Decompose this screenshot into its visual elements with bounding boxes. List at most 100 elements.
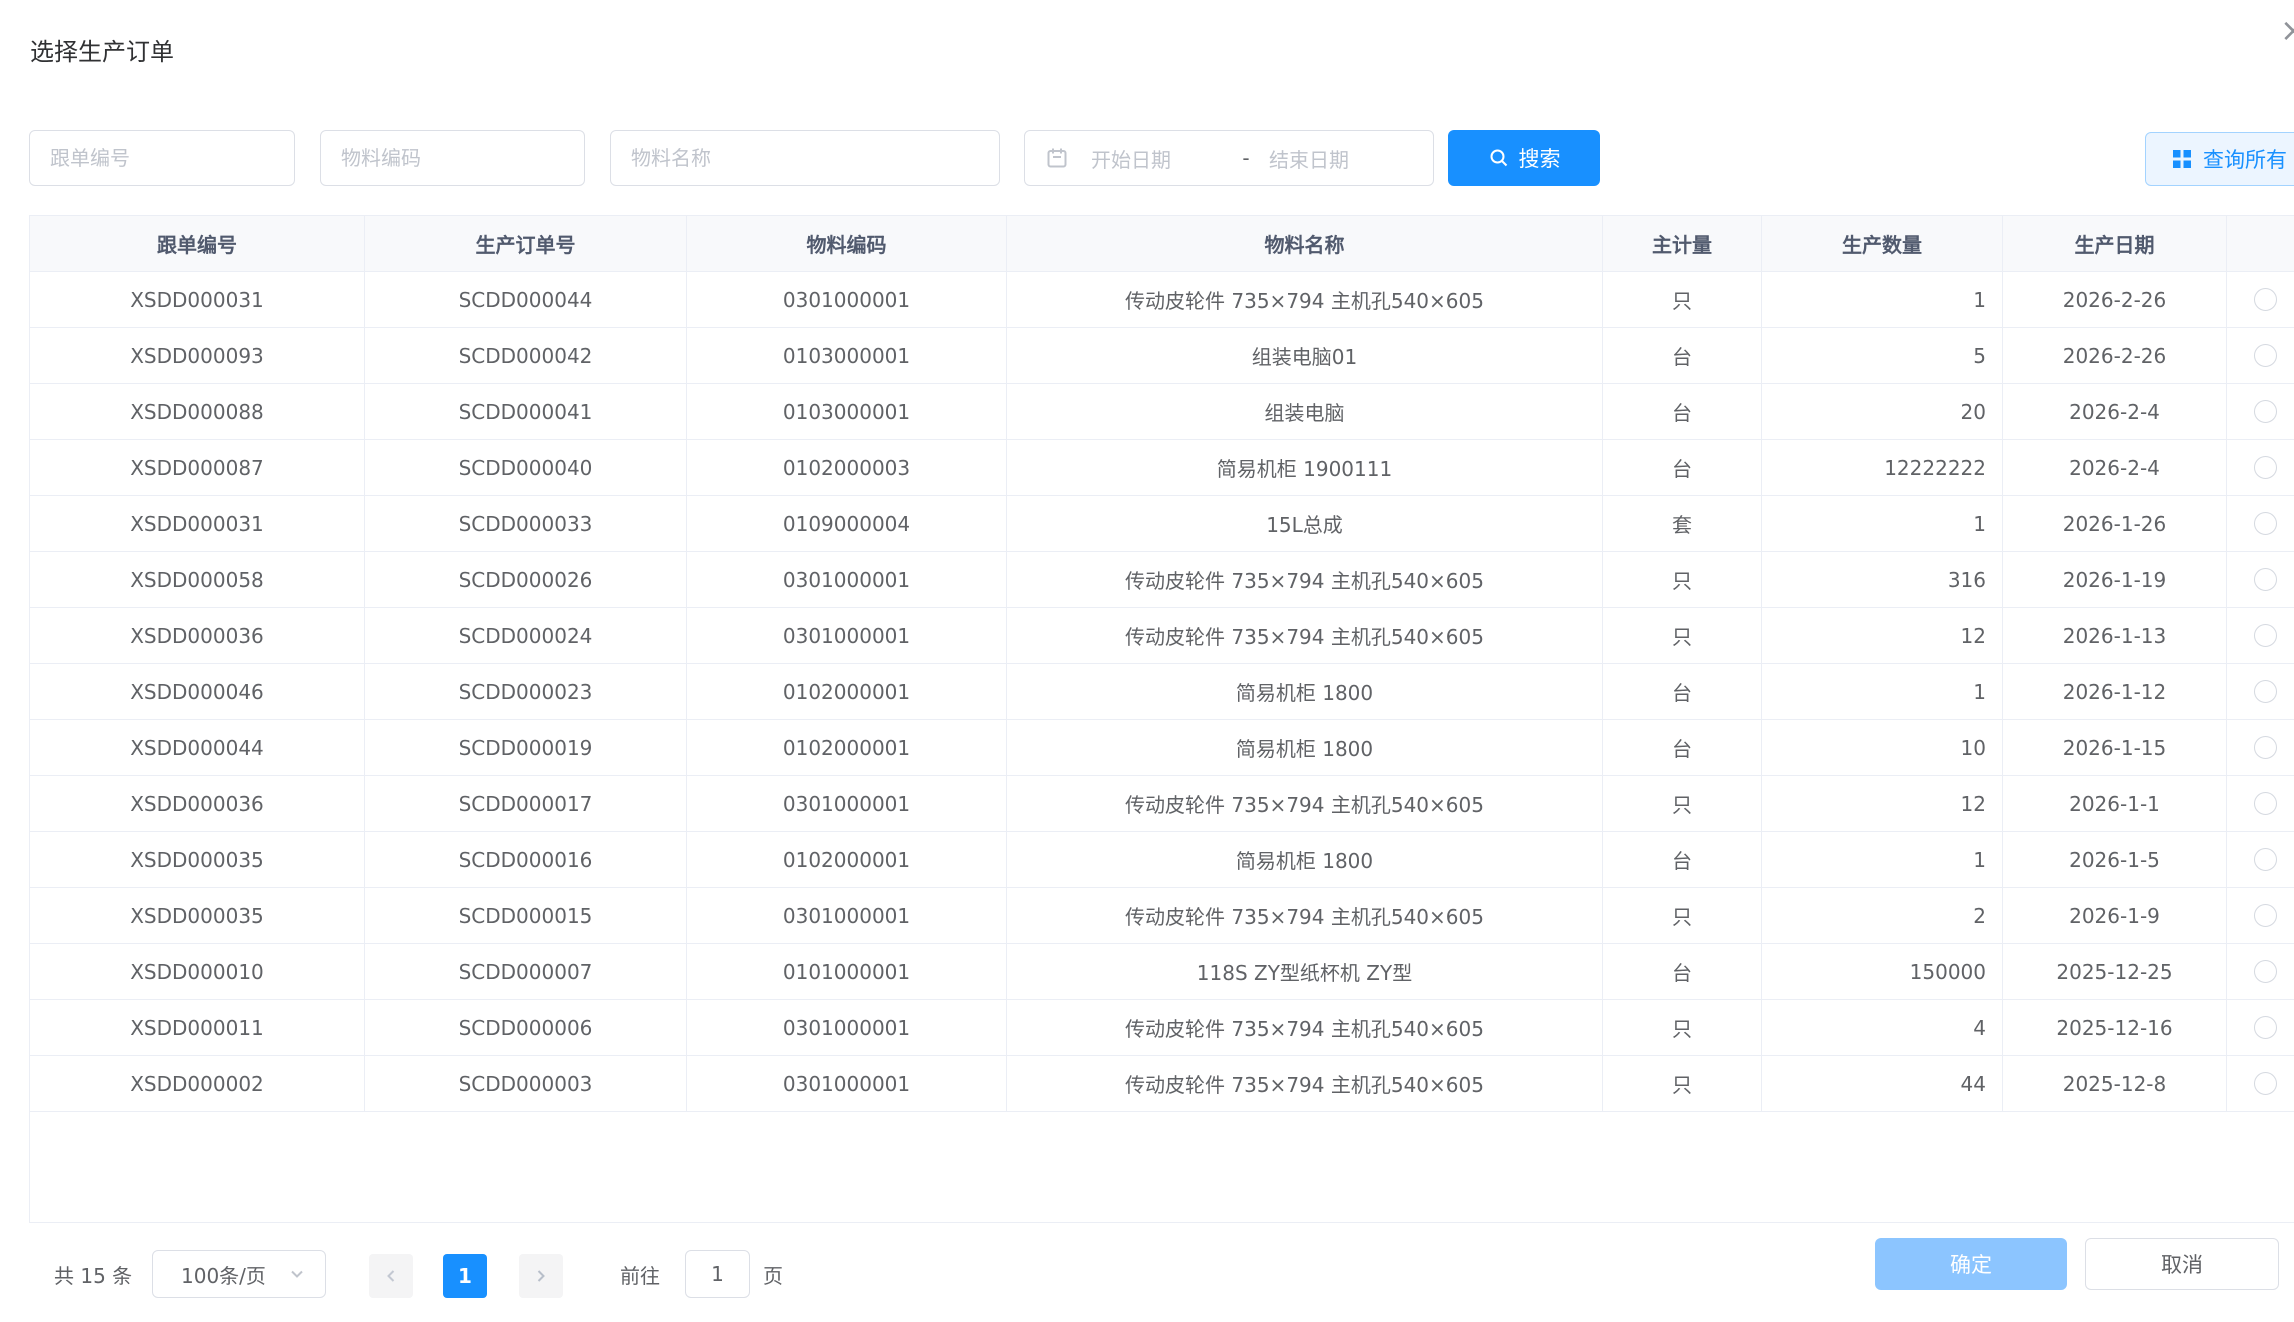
cell-material-code: 0102000001 (687, 832, 1007, 887)
cell-qty: 12222222 (1762, 440, 2003, 495)
cell-material-code: 0301000001 (687, 608, 1007, 663)
row-radio[interactable] (2254, 736, 2277, 759)
cell-unit: 只 (1603, 776, 1762, 831)
table-row[interactable]: XSDD000046 SCDD000023 0102000001 简易机柜 18… (30, 664, 2294, 720)
cell-qty: 1 (1762, 496, 2003, 551)
material-code-input[interactable] (320, 130, 585, 186)
cell-prod-no: SCDD000033 (365, 496, 687, 551)
column-header-select (2227, 216, 2294, 271)
material-name-input[interactable] (610, 130, 1000, 186)
cell-order-no: XSDD000002 (30, 1056, 365, 1111)
row-radio[interactable] (2254, 680, 2277, 703)
query-all-label: 查询所有 (2203, 144, 2287, 174)
calendar-icon (1045, 146, 1069, 170)
current-page-button[interactable]: 1 (443, 1254, 487, 1298)
cell-prod-no: SCDD000026 (365, 552, 687, 607)
cell-unit: 套 (1603, 496, 1762, 551)
cell-material-code: 0301000001 (687, 272, 1007, 327)
row-radio[interactable] (2254, 792, 2277, 815)
table-row[interactable]: XSDD000035 SCDD000016 0102000001 简易机柜 18… (30, 832, 2294, 888)
cell-qty: 1 (1762, 832, 2003, 887)
table-row[interactable]: XSDD000002 SCDD000003 0301000001 传动皮轮件 7… (30, 1056, 2294, 1112)
cell-unit: 只 (1603, 1056, 1762, 1111)
column-header-qty: 生产数量 (1762, 216, 2003, 271)
row-radio[interactable] (2254, 512, 2277, 535)
cell-prod-no: SCDD000017 (365, 776, 687, 831)
cell-date: 2026-1-15 (2003, 720, 2227, 775)
table-row[interactable]: XSDD000093 SCDD000042 0103000001 组装电脑01 … (30, 328, 2294, 384)
cell-date: 2026-1-19 (2003, 552, 2227, 607)
row-radio[interactable] (2254, 400, 2277, 423)
row-radio[interactable] (2254, 456, 2277, 479)
row-radio[interactable] (2254, 288, 2277, 311)
cell-prod-no: SCDD000019 (365, 720, 687, 775)
cell-unit: 只 (1603, 608, 1762, 663)
cell-prod-no: SCDD000023 (365, 664, 687, 719)
row-radio[interactable] (2254, 848, 2277, 871)
close-icon[interactable]: × (2280, 14, 2294, 46)
cell-prod-no: SCDD000007 (365, 944, 687, 999)
cell-material-name: 简易机柜 1800 (1007, 832, 1603, 887)
cell-date: 2026-1-26 (2003, 496, 2227, 551)
date-range-picker[interactable]: 开始日期 - 结束日期 (1024, 130, 1434, 186)
cell-unit: 台 (1603, 944, 1762, 999)
table-row[interactable]: XSDD000058 SCDD000026 0301000001 传动皮轮件 7… (30, 552, 2294, 608)
table-row[interactable]: XSDD000087 SCDD000040 0102000003 简易机柜 19… (30, 440, 2294, 496)
table-row[interactable]: XSDD000044 SCDD000019 0102000001 简易机柜 18… (30, 720, 2294, 776)
table-row[interactable]: XSDD000031 SCDD000044 0301000001 传动皮轮件 7… (30, 272, 2294, 328)
cell-material-code: 0301000001 (687, 552, 1007, 607)
cell-date: 2025-12-25 (2003, 944, 2227, 999)
cell-qty: 5 (1762, 328, 2003, 383)
cell-date: 2026-2-26 (2003, 272, 2227, 327)
cell-material-name: 118S ZY型纸杯机 ZY型 (1007, 944, 1603, 999)
cell-qty: 1 (1762, 664, 2003, 719)
row-radio[interactable] (2254, 568, 2277, 591)
page-unit-label: 页 (763, 1252, 783, 1300)
cancel-button[interactable]: 取消 (2085, 1238, 2279, 1290)
cell-unit: 只 (1603, 272, 1762, 327)
cell-qty: 4 (1762, 1000, 2003, 1055)
cell-material-code: 0102000001 (687, 664, 1007, 719)
date-start-placeholder: 开始日期 (1091, 144, 1223, 173)
row-radio[interactable] (2254, 904, 2277, 927)
row-radio[interactable] (2254, 1016, 2277, 1039)
table-row[interactable]: XSDD000011 SCDD000006 0301000001 传动皮轮件 7… (30, 1000, 2294, 1056)
cell-date: 2026-2-26 (2003, 328, 2227, 383)
order-no-input[interactable] (29, 130, 295, 186)
table-row[interactable]: XSDD000010 SCDD000007 0101000001 118S ZY… (30, 944, 2294, 1000)
table-row[interactable]: XSDD000036 SCDD000024 0301000001 传动皮轮件 7… (30, 608, 2294, 664)
table-row[interactable]: XSDD000035 SCDD000015 0301000001 传动皮轮件 7… (30, 888, 2294, 944)
query-all-button[interactable]: 查询所有 (2145, 132, 2294, 186)
cell-order-no: XSDD000036 (30, 776, 365, 831)
next-page-button[interactable] (519, 1254, 563, 1298)
table-row[interactable]: XSDD000036 SCDD000017 0301000001 传动皮轮件 7… (30, 776, 2294, 832)
cell-material-code: 0103000001 (687, 384, 1007, 439)
confirm-button[interactable]: 确定 (1875, 1238, 2067, 1290)
page-size-select[interactable]: 100条/页 (152, 1250, 326, 1298)
cell-material-name: 组装电脑01 (1007, 328, 1603, 383)
goto-page-input[interactable] (685, 1250, 750, 1298)
cell-material-code: 0101000001 (687, 944, 1007, 999)
cell-prod-no: SCDD000003 (365, 1056, 687, 1111)
row-radio[interactable] (2254, 624, 2277, 647)
cell-qty: 12 (1762, 608, 2003, 663)
row-radio[interactable] (2254, 1072, 2277, 1095)
cell-prod-no: SCDD000015 (365, 888, 687, 943)
prev-page-button[interactable] (369, 1254, 413, 1298)
column-header-prod-no: 生产订单号 (365, 216, 687, 271)
row-radio[interactable] (2254, 344, 2277, 367)
row-radio[interactable] (2254, 960, 2277, 983)
cell-date: 2026-2-4 (2003, 384, 2227, 439)
table-row[interactable]: XSDD000088 SCDD000041 0103000001 组装电脑 台 … (30, 384, 2294, 440)
cell-order-no: XSDD000031 (30, 496, 365, 551)
cell-material-name: 简易机柜 1800 (1007, 664, 1603, 719)
cell-date: 2025-12-16 (2003, 1000, 2227, 1055)
search-button[interactable]: 搜索 (1448, 130, 1600, 186)
cell-material-code: 0301000001 (687, 888, 1007, 943)
table-row[interactable]: XSDD000031 SCDD000033 0109000004 15L总成 套… (30, 496, 2294, 552)
cell-date: 2026-1-1 (2003, 776, 2227, 831)
cell-material-name: 简易机柜 1800 (1007, 720, 1603, 775)
column-header-order-no: 跟单编号 (30, 216, 365, 271)
chevron-down-icon (289, 1266, 305, 1282)
cell-prod-no: SCDD000044 (365, 272, 687, 327)
